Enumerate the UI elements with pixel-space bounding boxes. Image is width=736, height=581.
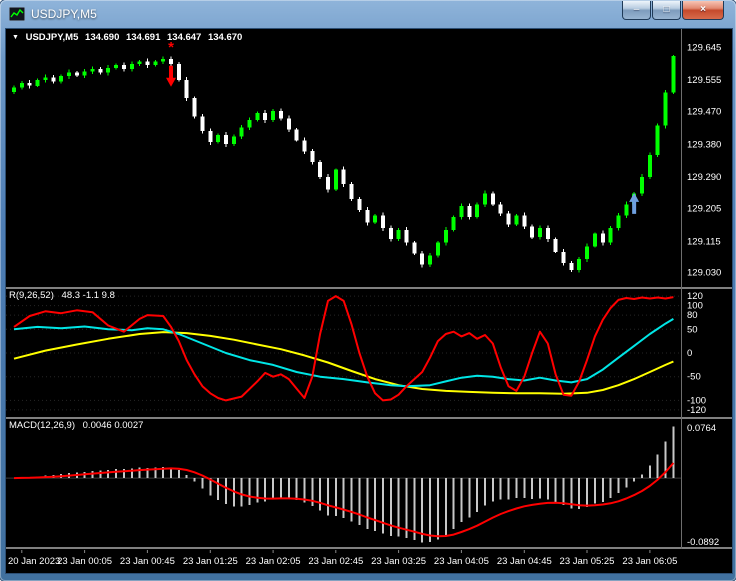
svg-text:23 Jan 00:45: 23 Jan 00:45 <box>120 556 175 567</box>
minimize-icon: – <box>633 4 640 15</box>
svg-text:80: 80 <box>687 310 698 321</box>
sell-star-icon: * <box>168 39 174 56</box>
svg-text:23 Jan 02:45: 23 Jan 02:45 <box>308 556 363 567</box>
chart-canvas[interactable]: 129.645 129.555 129.470 129.380 129.290 129.2… <box>6 29 732 573</box>
mt4-window: USDJPY,M5 – □ × 129.645 129.555 129.470 129… <box>0 0 736 581</box>
svg-text:23 Jan 02:05: 23 Jan 02:05 <box>246 556 301 567</box>
close-button[interactable]: × <box>682 1 724 20</box>
svg-text:23 Jan 04:45: 23 Jan 04:45 <box>497 556 552 567</box>
maximize-icon: □ <box>663 4 670 15</box>
chart-background <box>6 29 732 573</box>
svg-text:0: 0 <box>687 348 692 359</box>
panel-divider[interactable] <box>6 547 732 549</box>
maximize-button[interactable]: □ <box>652 1 681 20</box>
svg-text:23 Jan 06:05: 23 Jan 06:05 <box>622 556 677 567</box>
app-icon <box>9 7 25 21</box>
svg-text:129.470: 129.470 <box>687 106 721 117</box>
chart-area: 129.645 129.555 129.470 129.380 129.290 129.2… <box>5 28 733 574</box>
window-title: USDJPY,M5 <box>31 7 97 21</box>
svg-text:129.645: 129.645 <box>687 42 721 53</box>
svg-text:-120: -120 <box>687 405 706 416</box>
svg-text:129.555: 129.555 <box>687 75 721 86</box>
svg-text:-50: -50 <box>687 372 701 383</box>
panel-divider[interactable] <box>6 417 732 419</box>
svg-text:-0.0892: -0.0892 <box>687 537 719 548</box>
svg-text:23 Jan 00:05: 23 Jan 00:05 <box>57 556 112 567</box>
title-bar[interactable]: USDJPY,M5 – □ × <box>0 0 736 28</box>
close-icon: × <box>700 4 706 15</box>
panel-divider[interactable] <box>6 287 732 289</box>
svg-text:20 Jan 2023: 20 Jan 2023 <box>8 556 60 567</box>
svg-text:129.115: 129.115 <box>687 236 721 247</box>
svg-text:23 Jan 01:25: 23 Jan 01:25 <box>183 556 238 567</box>
svg-text:129.290: 129.290 <box>687 172 721 183</box>
svg-text:23 Jan 03:25: 23 Jan 03:25 <box>371 556 426 567</box>
svg-text:23 Jan 05:25: 23 Jan 05:25 <box>560 556 615 567</box>
svg-text:129.380: 129.380 <box>687 139 721 150</box>
svg-text:23 Jan 04:05: 23 Jan 04:05 <box>434 556 489 567</box>
svg-text:50: 50 <box>687 324 698 335</box>
svg-text:129.205: 129.205 <box>687 203 721 214</box>
window-controls: – □ × <box>622 1 724 20</box>
minimize-button[interactable]: – <box>622 1 651 20</box>
svg-text:0.0764: 0.0764 <box>687 423 716 434</box>
svg-text:129.030: 129.030 <box>687 267 721 278</box>
